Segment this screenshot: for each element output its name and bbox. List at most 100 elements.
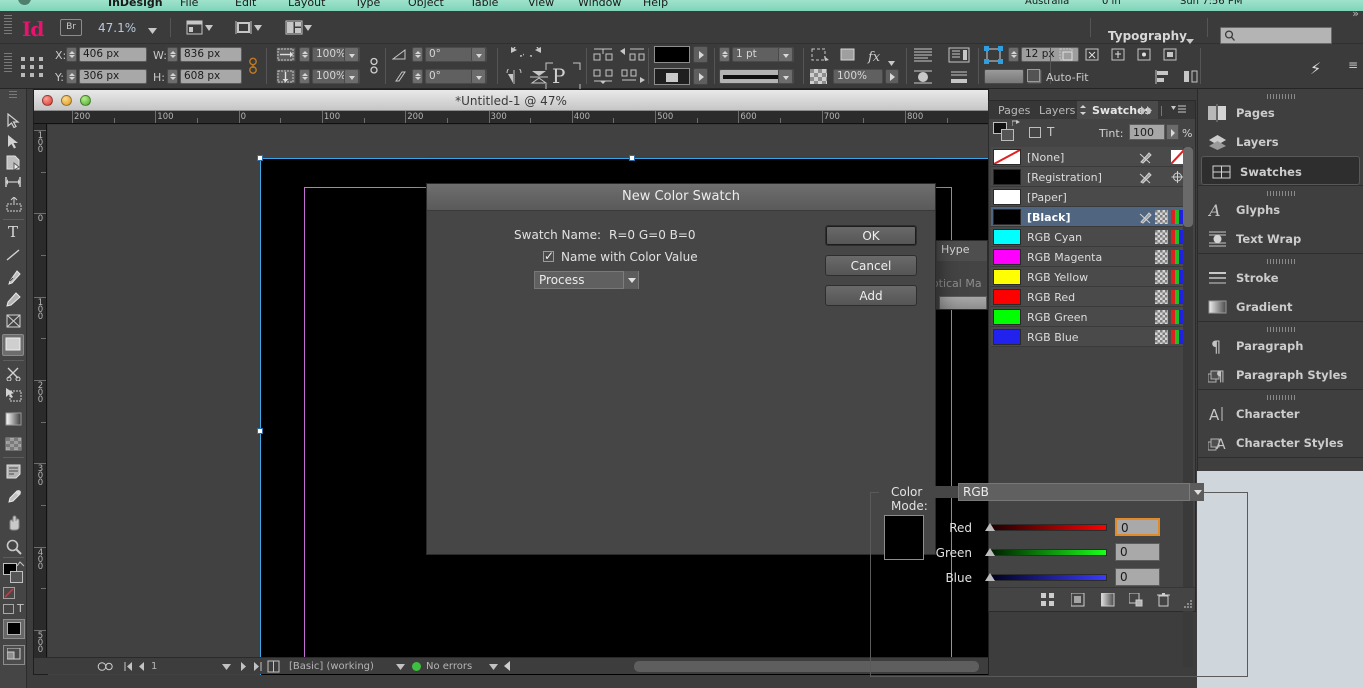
dock-item-text-wrap[interactable]: Text Wrap: [1198, 224, 1363, 253]
preflight-chevron-down-icon[interactable]: [489, 664, 498, 670]
last-page-button[interactable]: [253, 661, 263, 672]
frame-tool[interactable]: [2, 312, 25, 333]
arrange-documents-button[interactable]: [285, 19, 315, 36]
page-chevron-down-icon[interactable]: [222, 664, 231, 670]
gutter-stepper[interactable]: [1008, 47, 1019, 62]
menu-help[interactable]: Help: [643, 0, 668, 9]
opacity-flyout-button[interactable]: [885, 69, 899, 84]
distribute-top-button[interactable]: [592, 47, 614, 65]
screen-mode-button[interactable]: [186, 19, 216, 36]
menu-app-name[interactable]: InDesign: [108, 0, 163, 9]
view-mode-button[interactable]: [235, 19, 265, 36]
flip-horizontal-button[interactable]: [504, 65, 524, 88]
scale-x-icon[interactable]: [276, 47, 296, 62]
search-input[interactable]: [1220, 27, 1332, 44]
scale-x-stepper[interactable]: [299, 47, 310, 62]
horizontal-ruler[interactable]: 200 100 0 100 200 300 400 500 600 700 800: [34, 111, 988, 124]
gradient-swatch-tool[interactable]: [2, 410, 25, 431]
dock-item-character[interactable]: A Character: [1198, 399, 1363, 428]
master-chevron-down-icon[interactable]: [396, 664, 405, 670]
slider-track-red[interactable]: [989, 524, 1107, 531]
x-field[interactable]: 406 px: [79, 47, 147, 62]
fitting-preset-field[interactable]: [984, 69, 1024, 84]
formatting-affects-container-icon[interactable]: [1029, 127, 1041, 138]
y-field[interactable]: 306 px: [79, 69, 147, 84]
dock-item-paragraph[interactable]: ¶ Paragraph: [1198, 331, 1363, 360]
stroke-style-dropdown[interactable]: [778, 69, 793, 84]
effects-fx-button[interactable]: fx: [868, 50, 880, 65]
dialog-title-bar[interactable]: New Color Swatch: [427, 184, 935, 211]
content-aware-fit-button[interactable]: [1162, 47, 1180, 66]
swatch-row[interactable]: RGB Yellow: [991, 267, 1185, 287]
slider-thumb-green[interactable]: [985, 548, 995, 556]
swap-fill-stroke-icon[interactable]: [1012, 120, 1020, 127]
dock-item-layers[interactable]: Layers: [1198, 127, 1363, 156]
color-type-chevron-down-icon[interactable]: [623, 271, 638, 289]
distribute-bottom-button[interactable]: [592, 69, 614, 87]
zoom-tool[interactable]: [2, 537, 25, 558]
dock-group-grip[interactable]: [1198, 390, 1363, 400]
slider-value-blue[interactable]: 0: [1115, 568, 1160, 586]
panel-menu-icon[interactable]: [1171, 105, 1187, 116]
apply-color-button[interactable]: [3, 619, 25, 639]
h-field[interactable]: 608 px: [180, 69, 242, 84]
selection-tool[interactable]: [2, 111, 25, 132]
free-transform-tool[interactable]: [2, 386, 25, 407]
slider-value-red[interactable]: 0: [1115, 518, 1160, 536]
slider-thumb-red[interactable]: [985, 523, 995, 531]
document-scroll-left-icon[interactable]: [502, 660, 512, 672]
dock-item-glyphs[interactable]: A Glyphs: [1198, 195, 1363, 224]
swatch-edit-pen-icon[interactable]: [1139, 150, 1152, 164]
content-collector-tool[interactable]: [2, 195, 25, 216]
zoom-level-chevron-down-icon[interactable]: [148, 24, 157, 37]
opacity-field[interactable]: 100%: [833, 69, 883, 84]
h-stepper[interactable]: [167, 69, 178, 84]
page-tool[interactable]: [2, 153, 25, 174]
first-page-button[interactable]: [124, 661, 134, 672]
dock-item-paragraph-styles[interactable]: ¶ Paragraph Styles: [1198, 360, 1363, 389]
selection-handle[interactable]: [257, 428, 263, 434]
default-fill-stroke-icon[interactable]: [3, 587, 15, 599]
note-tool[interactable]: [2, 462, 25, 483]
menu-edit[interactable]: Edit: [235, 0, 256, 9]
swatch-edit-pen-icon[interactable]: [1139, 170, 1152, 184]
distribute-objects-button[interactable]: [1182, 69, 1200, 88]
dock-group-grip[interactable]: [1198, 254, 1363, 264]
menubar-measure[interactable]: 0 in: [1102, 0, 1121, 7]
pencil-tool[interactable]: [2, 290, 25, 311]
stroke-weight-stepper[interactable]: [719, 47, 730, 62]
swatch-row[interactable]: RGB Cyan: [991, 227, 1185, 247]
tint-field[interactable]: 100: [1129, 124, 1165, 140]
eyedropper-tool[interactable]: [2, 487, 25, 508]
control-bar-grip[interactable]: [4, 15, 12, 39]
center-content-button[interactable]: [1136, 47, 1154, 66]
rotate-stepper[interactable]: [412, 47, 423, 62]
formatting-affects-text-icon[interactable]: T: [1047, 125, 1054, 139]
stroke-color-dropdown[interactable]: [693, 68, 708, 85]
text-frame-options-button[interactable]: [912, 47, 934, 66]
menubar-locale[interactable]: Australia: [1025, 0, 1069, 7]
ok-button[interactable]: OK: [825, 225, 917, 246]
align-text-bottom-button[interactable]: [948, 69, 970, 88]
swatch-row[interactable]: [Paper]: [991, 187, 1185, 207]
swatch-row[interactable]: RGB Magenta: [991, 247, 1185, 267]
type-tool[interactable]: T: [2, 223, 25, 244]
hyperlinks-tab[interactable]: Hype: [941, 243, 970, 256]
document-title-bar[interactable]: *Untitled-1 @ 47%: [34, 90, 988, 111]
swatch-row[interactable]: [Black]: [991, 207, 1185, 227]
swatch-row[interactable]: RGB Red: [991, 287, 1185, 307]
dock-group-grip[interactable]: [1198, 322, 1363, 332]
fx-chevron-down-icon[interactable]: [888, 56, 895, 69]
constrain-wh-icon[interactable]: [245, 57, 261, 78]
stroke-weight-dropdown[interactable]: [778, 47, 793, 62]
scale-y-icon[interactable]: [276, 69, 296, 84]
swatch-row[interactable]: [None]: [991, 147, 1185, 167]
align-right-button[interactable]: [620, 69, 646, 87]
shear-stepper[interactable]: [412, 69, 423, 84]
rectangle-tool[interactable]: [2, 334, 24, 356]
fill-frame-proportionally-button[interactable]: [1084, 47, 1102, 66]
panel-collapse-icon[interactable]: [1141, 106, 1155, 115]
control-panel-menu-icon[interactable]: ≡: [1348, 58, 1358, 72]
direct-selection-tool[interactable]: [2, 132, 25, 153]
dock-group-grip[interactable]: [1198, 186, 1363, 196]
